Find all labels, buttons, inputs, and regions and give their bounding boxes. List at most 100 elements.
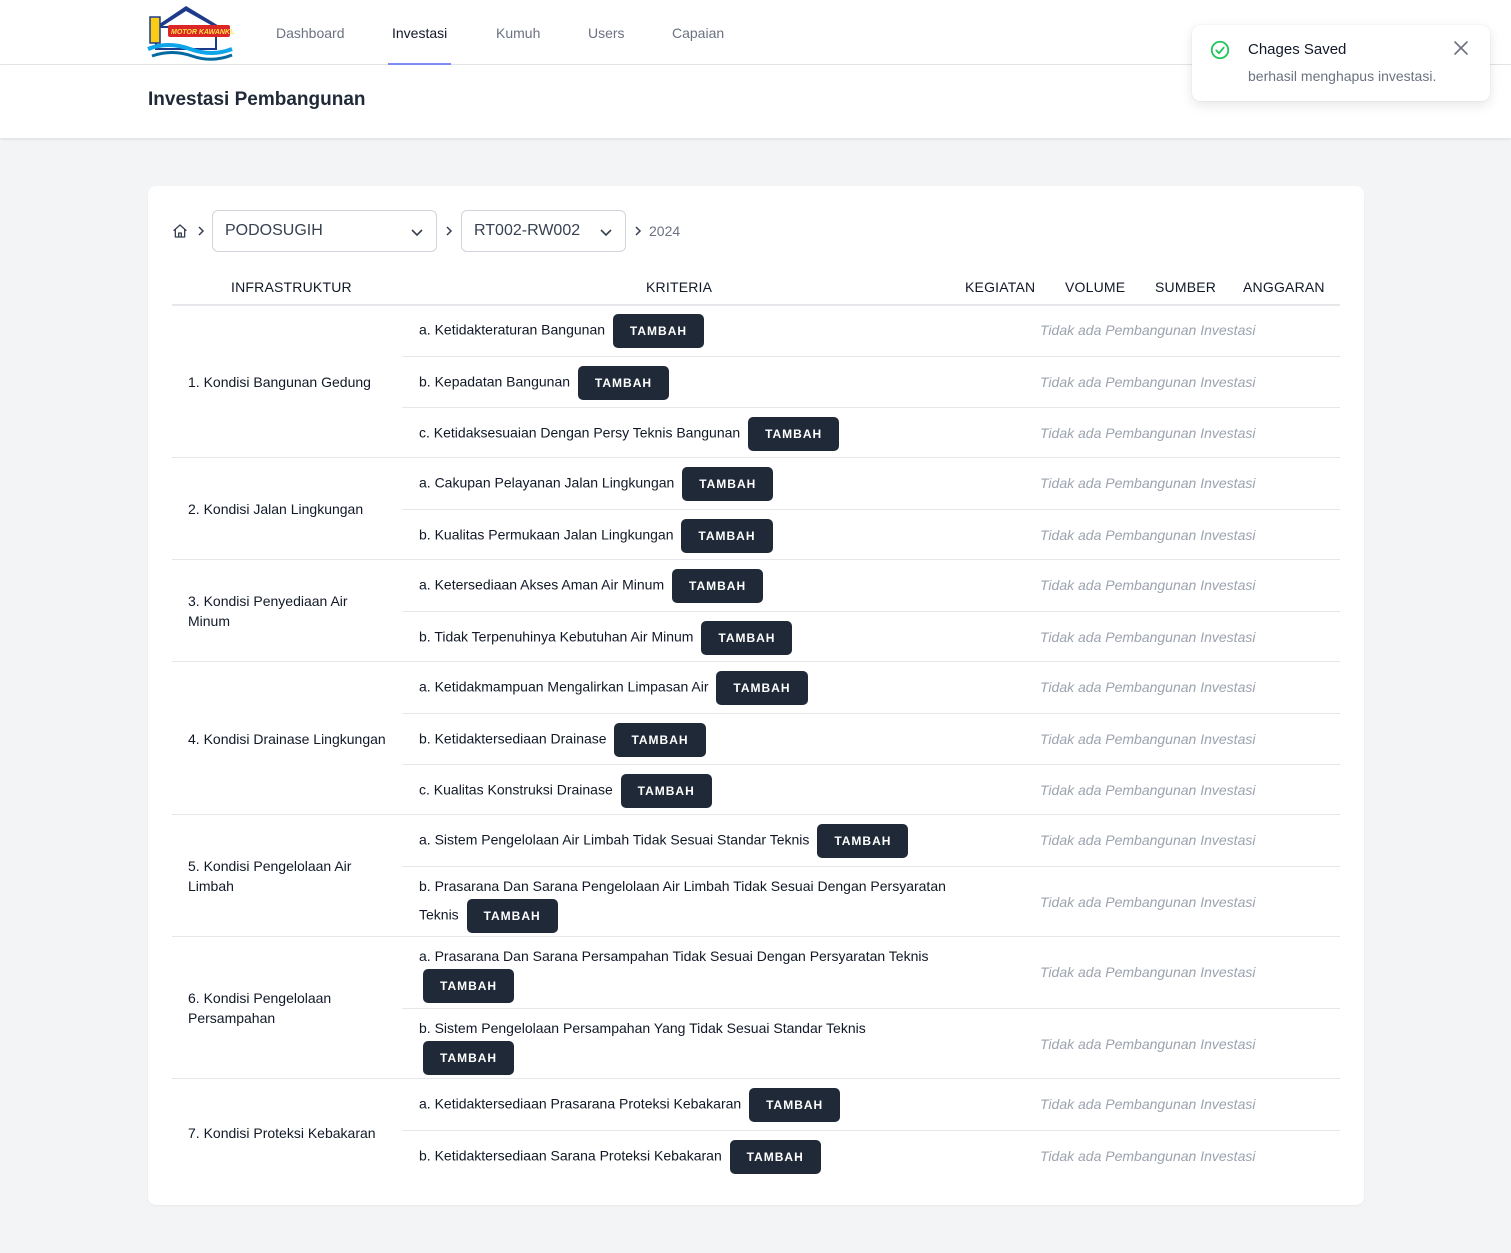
kriteria-label: a. Prasarana Dan Sarana Persampahan Tida… [419,947,929,964]
infrastruktur-cell: 3. Kondisi Penyediaan Air Minum [188,560,388,662]
table-group: 1. Kondisi Bangunan Gedung a. Ketidaktera… [172,305,1340,458]
nav-dashboard[interactable]: Dashboard [276,0,345,65]
chevron-right-icon [446,226,453,236]
table-group: 2. Kondisi Jalan Lingkungan a. Cakupan Pe… [172,458,1340,560]
kriteria-cell: b. Ketidaktersediaan Drainase TAMBAH [419,714,949,765]
kriteria-cell: a. Ketidakmampuan Mengalirkan Limpasan A… [419,662,949,713]
infrastruktur-cell: 4. Kondisi Drainase Lingkungan [188,662,388,815]
toast-message: berhasil menghapus investasi. [1248,68,1437,84]
kriteria-cell: a. Ketidakteraturan Bangunan TAMBAH [419,305,949,356]
empty-investasi-text: Tidak ada Pembangunan Investasi [1040,678,1256,695]
tambah-button[interactable]: TAMBAH [716,670,808,705]
kriteria-cell: a. Prasarana Dan Sarana Persampahan Tida… [419,937,949,1008]
table-row: b. Prasarana Dan Sarana Pengelolaan Air … [402,866,1340,937]
kriteria-label: b. Kepadatan Bangunan [419,373,571,390]
chevron-down-icon [411,229,423,237]
empty-investasi-text: Tidak ada Pembangunan Investasi [1040,963,1256,980]
kriteria-label: a. Ketersediaan Akses Aman Air Minum [419,576,665,593]
infrastruktur-cell: 2. Kondisi Jalan Lingkungan [188,458,388,560]
rt-rw-select[interactable]: RT002-RW002 [461,210,626,252]
tambah-button[interactable]: TAMBAH [817,823,909,858]
nav-kumuh[interactable]: Kumuh [496,0,540,65]
chevron-right-icon [635,226,642,236]
empty-investasi-text: Tidak ada Pembangunan Investasi [1040,831,1256,848]
tambah-button[interactable]: TAMBAH [423,968,515,1003]
kriteria-cell: b. Sistem Pengelolaan Persampahan Yang T… [419,1009,949,1080]
nav-capaian[interactable]: Capaian [672,0,724,65]
tambah-button[interactable]: TAMBAH [466,898,558,933]
column-header-kegiatan: KEGIATAN [965,279,1036,295]
close-icon[interactable] [1453,40,1469,56]
empty-investasi-text: Tidak ada Pembangunan Investasi [1040,730,1256,747]
empty-investasi-text: Tidak ada Pembangunan Investasi [1040,321,1256,338]
logo-icon[interactable]: MOTOR KAWANKU [146,3,234,61]
table-group: 5. Kondisi Pengelolaan Air Limbah a. Sist… [172,815,1340,937]
kriteria-cell: a. Ketersediaan Akses Aman Air Minum TAM… [419,560,949,611]
home-icon[interactable] [172,223,188,239]
breadcrumb-year: 2024 [649,223,681,239]
check-circle-icon [1210,40,1230,60]
nav-investasi[interactable]: Investasi [388,0,452,65]
chevron-right-icon [198,226,205,236]
table-row: b. Ketidaktersediaan Drainase TAMBAH Tida… [402,713,1340,764]
table-row: a. Cakupan Pelayanan Jalan Lingkungan TA… [402,458,1340,509]
infrastruktur-cell: 6. Kondisi Pengelolaan Persampahan [188,937,388,1079]
table-row: c. Kualitas Konstruksi Drainase TAMBAH Ti… [402,764,1340,815]
kriteria-label: b. Kualitas Permukaan Jalan Lingkungan [419,526,674,543]
table-row: a. Ketidaktersediaan Prasarana Proteksi … [402,1079,1340,1130]
table-row: a. Prasarana Dan Sarana Persampahan Tida… [402,937,1340,1008]
infrastruktur-label: 1. Kondisi Bangunan Gedung [188,373,371,390]
tambah-button[interactable]: TAMBAH [682,466,774,501]
kriteria-label: c. Kualitas Konstruksi Drainase [419,781,613,798]
nav-users[interactable]: Users [588,0,625,65]
table-row: a. Sistem Pengelolaan Air Limbah Tidak S… [402,815,1340,866]
kriteria-cell: b. Kualitas Permukaan Jalan Lingkungan T… [419,510,949,561]
chevron-down-icon [600,229,612,237]
kriteria-cell: c. Ketidaksesuaian Dengan Persy Teknis B… [419,408,949,459]
infrastruktur-cell: 7. Kondisi Proteksi Kebakaran [188,1079,388,1187]
tambah-button[interactable]: TAMBAH [620,773,712,808]
tambah-button[interactable]: TAMBAH [614,722,706,757]
rt-rw-select-value: RT002-RW002 [474,222,581,239]
tambah-button[interactable]: TAMBAH [701,620,793,655]
kriteria-label: a. Sistem Pengelolaan Air Limbah Tidak S… [419,831,810,848]
table-row: b. Ketidaktersediaan Sarana Proteksi Keb… [402,1130,1340,1181]
infrastruktur-cell: 1. Kondisi Bangunan Gedung [188,305,388,458]
kriteria-label: a. Cakupan Pelayanan Jalan Lingkungan [419,474,675,491]
table-group: 7. Kondisi Proteksi Kebakaran a. Ketidakt… [172,1079,1340,1187]
tambah-button[interactable]: TAMBAH [612,313,705,348]
column-header-kriteria: KRITERIA [646,279,713,295]
table-row: b. Kepadatan Bangunan TAMBAH Tidak ada Pe… [402,356,1340,407]
toast-notification: Chages Saved berhasil menghapus investas… [1192,25,1490,101]
tambah-button[interactable]: TAMBAH [729,1139,821,1174]
column-header-sumber: SUMBER [1155,279,1217,295]
column-header-infrastruktur: INFRASTRUKTUR [231,279,352,295]
empty-investasi-text: Tidak ada Pembangunan Investasi [1040,474,1256,491]
kelurahan-select[interactable]: PODOSUGIH [212,210,437,252]
empty-investasi-text: Tidak ada Pembangunan Investasi [1040,781,1256,798]
kriteria-label: b. Tidak Terpenuhinya Kebutuhan Air Minu… [419,628,694,645]
table-group: 3. Kondisi Penyediaan Air Minum a. Keters… [172,560,1340,662]
tambah-button[interactable]: TAMBAH [672,568,764,603]
infrastruktur-cell: 5. Kondisi Pengelolaan Air Limbah [188,815,388,937]
column-header-anggaran: ANGGARAN [1243,279,1325,295]
tambah-button[interactable]: TAMBAH [423,1040,515,1075]
kriteria-cell: a. Sistem Pengelolaan Air Limbah Tidak S… [419,815,949,866]
tambah-button[interactable]: TAMBAH [748,416,840,451]
tambah-button[interactable]: TAMBAH [749,1087,841,1122]
empty-investasi-text: Tidak ada Pembangunan Investasi [1040,526,1256,543]
kriteria-cell: a. Cakupan Pelayanan Jalan Lingkungan TA… [419,458,949,509]
tambah-button[interactable]: TAMBAH [681,518,773,553]
page-title: Investasi Pembangunan [148,89,366,110]
table-row: b. Sistem Pengelolaan Persampahan Yang T… [402,1008,1340,1079]
table-row: a. Ketersediaan Akses Aman Air Minum TAM… [402,560,1340,611]
empty-investasi-text: Tidak ada Pembangunan Investasi [1040,373,1256,390]
kelurahan-select-value: PODOSUGIH [225,222,323,239]
infrastruktur-label: 3. Kondisi Penyediaan Air Minum [188,593,348,629]
table-row: a. Ketidakmampuan Mengalirkan Limpasan A… [402,662,1340,713]
tambah-button[interactable]: TAMBAH [577,365,670,400]
infrastruktur-label: 7. Kondisi Proteksi Kebakaran [188,1125,376,1141]
empty-investasi-text: Tidak ada Pembangunan Investasi [1040,628,1256,645]
kriteria-label: b. Sistem Pengelolaan Persampahan Yang T… [419,1019,866,1036]
table-row: a. Ketidakteraturan Bangunan TAMBAH Tidak… [402,305,1340,356]
